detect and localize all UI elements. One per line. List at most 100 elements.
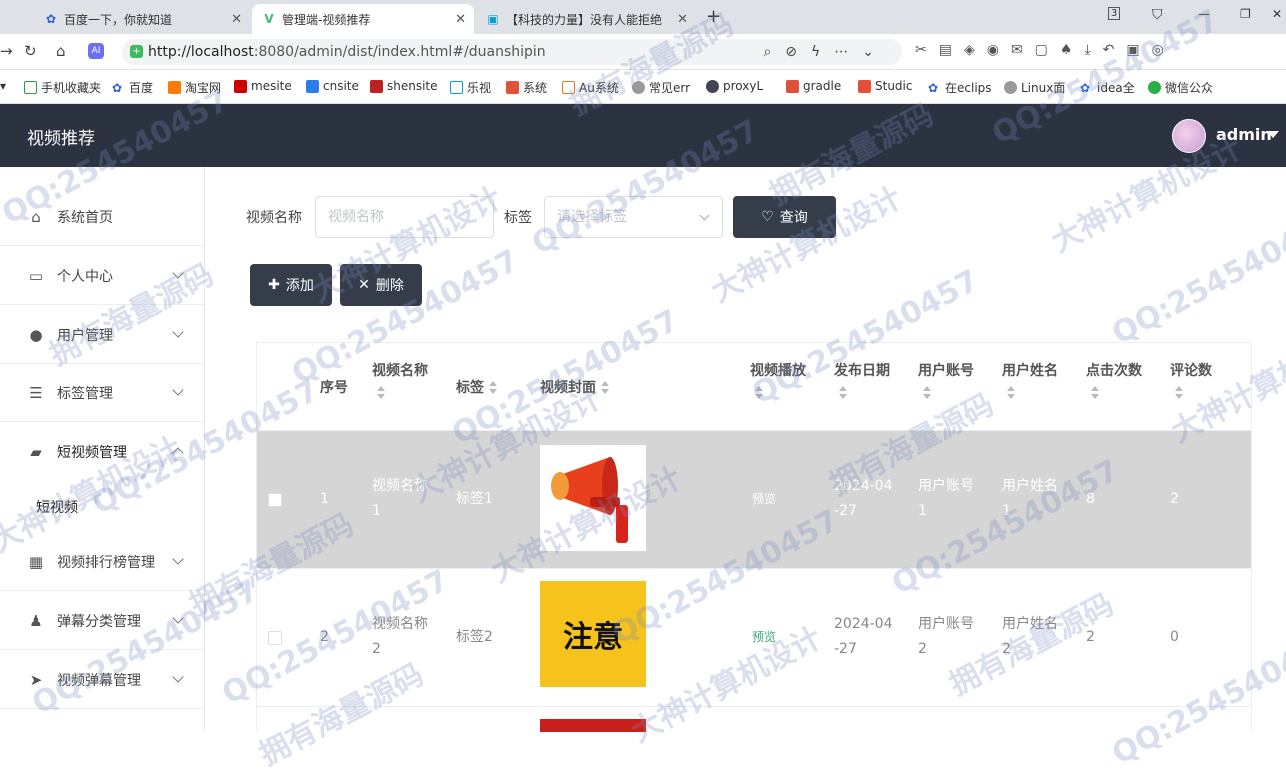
tab-count-badge[interactable]: 3 bbox=[1108, 7, 1121, 20]
sidebar-item-label: 标签管理 bbox=[57, 385, 113, 402]
url-actions[interactable]: ⌕⊘ϟ⋯⌄ bbox=[763, 39, 888, 65]
bookmark-item[interactable]: 乐视 bbox=[450, 79, 491, 96]
sort-icon[interactable] bbox=[600, 381, 610, 395]
row-checkbox[interactable] bbox=[268, 631, 282, 645]
table-row[interactable]: 1 视频名称 1 标签1 预览 2024-04 -27 用户账号 1 用户姓名 1 8 … bbox=[257, 430, 1251, 568]
maximize-icon[interactable]: ❐ bbox=[1240, 7, 1251, 21]
ai-icon[interactable]: AI bbox=[88, 43, 104, 59]
bookmark-item[interactable]: 常见err bbox=[632, 79, 690, 96]
bookmark-item[interactable]: gradle bbox=[786, 79, 841, 93]
query-button[interactable]: ♡ 查询 bbox=[733, 196, 836, 238]
bookmark-item[interactable]: 微信公众 bbox=[1148, 79, 1213, 96]
bookmark-item[interactable]: ✿ 在eclips bbox=[928, 79, 992, 96]
sidebar-item-users[interactable]: ● 用户管理 bbox=[0, 306, 204, 364]
address-bar-row: → ↻ ⌂ AI + http://localhost:8080/admin/d… bbox=[0, 34, 1286, 70]
bookmark-item[interactable]: shensite bbox=[370, 79, 438, 93]
cover-image[interactable] bbox=[540, 719, 646, 732]
user-icon: ● bbox=[29, 325, 43, 344]
sort-icon[interactable] bbox=[838, 386, 848, 400]
sidebar-subitem-shortvideo[interactable]: 短视频 bbox=[0, 481, 204, 533]
close-icon[interactable]: ✕ bbox=[677, 12, 688, 27]
delete-button[interactable]: ✕ 删除 bbox=[340, 264, 422, 306]
sidebar-item-ranking[interactable]: ▦ 视频排行榜管理 bbox=[0, 533, 204, 591]
heart-icon: ♡ bbox=[761, 209, 774, 225]
url-field[interactable]: + http://localhost:8080/admin/dist/index… bbox=[122, 39, 902, 65]
row-checkbox[interactable] bbox=[268, 493, 282, 507]
close-icon[interactable]: ✕ bbox=[455, 12, 466, 27]
bookmark-item[interactable]: 手机收藏夹 bbox=[24, 79, 101, 96]
bookmark-item[interactable]: 系统 bbox=[506, 79, 547, 96]
cell-date: 2024-04 -27 bbox=[834, 616, 893, 657]
bookmark-item[interactable]: ✿ 百度 bbox=[112, 79, 153, 96]
chevron-down-icon bbox=[172, 326, 184, 338]
shirt-icon[interactable]: ⛉ bbox=[1152, 7, 1163, 23]
table-row[interactable]: 2 视频名称 2 标签2 注意 预览 2024-04 -27 用户账号 2 用户姓名 2… bbox=[257, 568, 1251, 706]
forward-icon[interactable]: → bbox=[0, 42, 13, 60]
bookmark-item[interactable]: mesite bbox=[234, 79, 292, 93]
sort-icon[interactable] bbox=[1090, 386, 1100, 400]
secure-icon: + bbox=[130, 45, 143, 58]
window-close-icon[interactable]: ✕ bbox=[1272, 7, 1282, 21]
cover-image-caution[interactable]: 注意 bbox=[540, 581, 646, 687]
table-row[interactable] bbox=[257, 706, 1251, 732]
cover-image-megaphone[interactable] bbox=[540, 445, 646, 551]
tag-select[interactable]: 请选择标签 bbox=[544, 196, 723, 238]
cell-name: 视频名称 2 bbox=[372, 616, 428, 657]
user-name[interactable]: admin bbox=[1216, 125, 1272, 144]
sort-icon[interactable] bbox=[488, 381, 498, 395]
url-path: :8080/admin/dist/index.html#/duanshipin bbox=[253, 44, 546, 60]
sort-icon[interactable] bbox=[922, 386, 932, 400]
chevron-up-icon bbox=[172, 447, 184, 459]
chevron-down-icon bbox=[172, 267, 184, 279]
sidebar-item-label: 系统首页 bbox=[57, 209, 113, 226]
cell-clicks: 8 bbox=[1086, 491, 1095, 507]
sort-icon[interactable] bbox=[1006, 386, 1016, 400]
bookmark-item[interactable]: 淘宝网 bbox=[168, 79, 221, 96]
preview-link[interactable]: 预览 bbox=[752, 487, 776, 512]
home-icon[interactable]: ⌂ bbox=[56, 42, 66, 60]
search-tag-label: 标签 bbox=[504, 210, 532, 226]
sidebar-subitem-label: 短视频 bbox=[36, 500, 78, 516]
sidebar-item-danmaku[interactable]: ➤ 视频弹幕管理 bbox=[0, 651, 204, 709]
chevron-down-icon bbox=[172, 671, 184, 683]
browser-tab-bilibili[interactable]: ▣ 【科技的力量】没有人能拒绝 ✕ bbox=[476, 4, 696, 34]
bookmark-item[interactable]: Au系统 bbox=[562, 79, 619, 96]
reload-icon[interactable]: ↻ bbox=[24, 42, 37, 60]
sidebar-item-profile[interactable]: ▭ 个人中心 bbox=[0, 247, 204, 305]
caret-down-icon[interactable] bbox=[1267, 131, 1279, 138]
tag-select-placeholder: 请选择标签 bbox=[557, 209, 627, 225]
sidebar-item-tags[interactable]: ☰ 标签管理 bbox=[0, 364, 204, 422]
tab-title: 百度一下，你就知道 bbox=[64, 12, 173, 27]
extension-icons[interactable]: ✂▤◈◉✉▢♠⤓↶▣◎ bbox=[915, 42, 1176, 58]
minimize-icon[interactable]: — bbox=[1198, 7, 1210, 21]
browser-tab-admin[interactable]: V 管理端-视频推荐 ✕ bbox=[252, 4, 474, 34]
cell-username: 用户姓名 1 bbox=[1002, 478, 1058, 519]
plus-icon: ✚ bbox=[268, 277, 280, 293]
sort-icon[interactable] bbox=[754, 386, 764, 400]
cell-name: 视频名称 1 bbox=[372, 478, 428, 519]
sort-icon[interactable] bbox=[376, 386, 386, 400]
video-name-input[interactable]: 视频名称 bbox=[315, 196, 494, 238]
sort-icon[interactable] bbox=[1174, 386, 1184, 400]
add-button[interactable]: ✚ 添加 bbox=[250, 264, 332, 306]
preview-link[interactable]: 预览 bbox=[752, 625, 776, 650]
cell-date: 2024-04 -27 bbox=[834, 478, 893, 519]
bookmarks-menu-caret[interactable]: ▾ bbox=[0, 79, 6, 93]
bookmark-item[interactable]: cnsite bbox=[306, 79, 359, 93]
cell-clicks: 2 bbox=[1086, 629, 1095, 645]
bookmark-item[interactable]: ✿ idea全 bbox=[1080, 79, 1135, 96]
browser-tab-baidu[interactable]: ✿ 百度一下，你就知道 ✕ bbox=[34, 4, 250, 34]
sidebar-item-label: 视频排行榜管理 bbox=[57, 554, 155, 571]
bookmark-item[interactable]: Linux面 bbox=[1004, 79, 1065, 96]
sidebar: ⌂ 系统首页 ▭ 个人中心 ● 用户管理 ☰ 标签管理 ▰ 短视频管理 短视频 … bbox=[0, 167, 205, 730]
close-icon[interactable]: ✕ bbox=[231, 12, 242, 27]
new-tab-button[interactable]: + bbox=[706, 6, 721, 27]
sidebar-item-shortvideo[interactable]: ▰ 短视频管理 bbox=[0, 423, 204, 481]
delete-button-label: 删除 bbox=[375, 278, 404, 294]
avatar[interactable] bbox=[1172, 119, 1206, 153]
bookmark-item[interactable]: proxyL bbox=[706, 79, 763, 93]
sidebar-item-home[interactable]: ⌂ 系统首页 bbox=[0, 188, 204, 246]
sidebar-item-danmaku-category[interactable]: ♟ 弹幕分类管理 bbox=[0, 592, 204, 650]
bookmark-item[interactable]: Studic bbox=[858, 79, 912, 93]
chevron-down-icon bbox=[172, 553, 184, 565]
